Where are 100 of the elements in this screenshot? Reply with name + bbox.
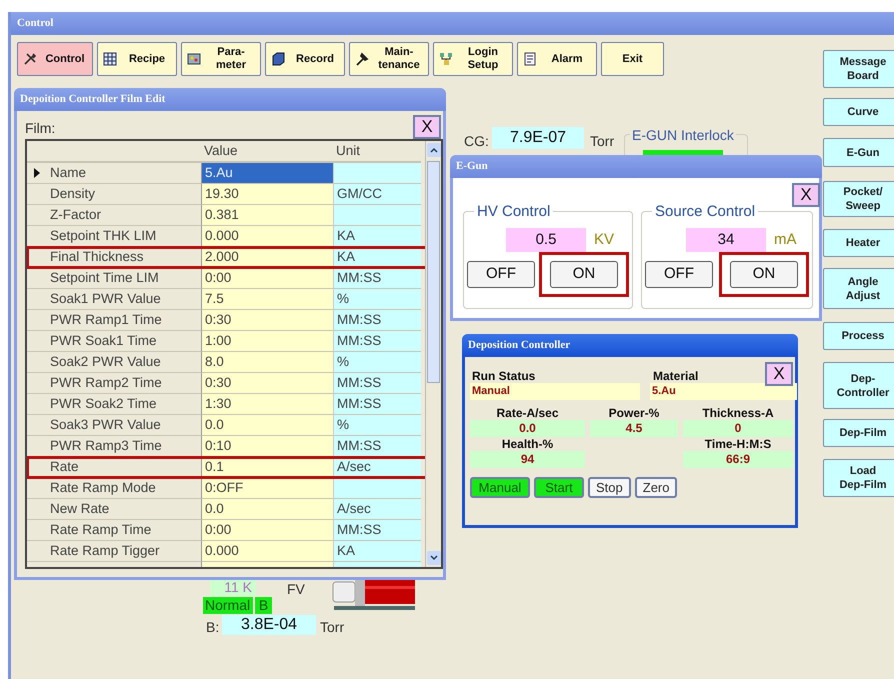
unit-label: Torr: [590, 132, 614, 151]
scrollbar[interactable]: [425, 141, 441, 567]
value-cell[interactable]: 0.000: [201, 226, 333, 247]
value-cell[interactable]: 0:30: [201, 373, 333, 394]
unit-label: KV: [594, 230, 616, 250]
field-label: Health-%: [500, 437, 554, 451]
unit-label: Torr: [320, 618, 344, 637]
value-cell[interactable]: 1:30: [201, 394, 333, 415]
reading-value: 4.5: [590, 420, 678, 437]
value-cell[interactable]: 0.381: [201, 205, 333, 226]
window-title: Control: [11, 12, 894, 35]
side-button[interactable]: Load Dep-Film: [823, 459, 894, 497]
field-label: Material: [652, 369, 698, 383]
side-button[interactable]: E-Gun: [823, 138, 894, 167]
side-button[interactable]: Heater: [823, 229, 894, 257]
scroll-up-icon[interactable]: [427, 143, 441, 157]
toolbar-button[interactable]: Para- meter: [181, 42, 261, 76]
side-button[interactable]: Angle Adjust: [823, 268, 894, 309]
field-value: 5.Au: [650, 383, 797, 400]
unit-cell: KA: [333, 247, 421, 268]
value-cell[interactable]: 2.000: [201, 247, 333, 268]
unit-cell: %: [333, 289, 421, 310]
unit-cell: %: [333, 352, 421, 373]
unit-cell: MM:SS: [333, 520, 421, 541]
value-cell[interactable]: 8.0: [201, 352, 333, 373]
unit-cell: GM/CC: [333, 184, 421, 205]
gauge-label: CG:: [464, 132, 489, 151]
toolbar-button[interactable]: Main- tenance: [349, 42, 429, 76]
reading-value: 0.0: [470, 420, 585, 437]
toolbar-button[interactable]: Recipe: [97, 42, 177, 76]
dialog-title: Depoition Controller Film Edit: [14, 88, 446, 111]
field-label: Thickness-A: [701, 406, 775, 420]
unit-cell: A/sec: [333, 457, 421, 478]
unit-cell: MM:SS: [333, 310, 421, 331]
status-tag: B: [255, 597, 272, 614]
side-button[interactable]: Pocket/ Sweep: [823, 181, 894, 217]
scroll-down-icon[interactable]: [427, 551, 441, 565]
value-cell[interactable]: 0:30: [201, 310, 333, 331]
document-icon: [523, 52, 537, 66]
unit-cell: KA: [333, 226, 421, 247]
field-label: Run Status: [471, 369, 536, 383]
mode-button[interactable]: Stop: [588, 477, 631, 498]
field-label: Power-%: [608, 406, 660, 420]
value-cell[interactable]: 0:00: [201, 268, 333, 289]
power-button[interactable]: ON: [550, 261, 618, 288]
unit-cell: MM:SS: [333, 268, 421, 289]
pressure-value: 3.8E-04: [222, 615, 316, 635]
value-cell[interactable]: 0:10: [201, 436, 333, 457]
toolbar-button[interactable]: Record: [265, 42, 345, 76]
value-cell[interactable]: 7.5: [201, 289, 333, 310]
reading-value: 0: [683, 420, 793, 437]
toolbar-button[interactable]: Control: [17, 42, 93, 76]
value-cell[interactable]: 0.1: [201, 457, 333, 478]
power-button[interactable]: OFF: [467, 261, 535, 288]
side-button[interactable]: Process: [823, 322, 894, 350]
field-label: Film:: [25, 119, 56, 138]
value-cell[interactable]: 1:00: [201, 331, 333, 352]
mode-button[interactable]: Manual: [470, 477, 530, 498]
unit-cell: KA: [333, 541, 421, 562]
close-button[interactable]: X: [792, 183, 820, 207]
value-field: 0.5: [506, 228, 586, 252]
field-label: Rate-A/sec: [495, 406, 560, 420]
reading-value: 94: [470, 451, 585, 468]
toolbar-button[interactable]: Login Setup: [433, 42, 513, 76]
value-field: 34: [686, 228, 766, 252]
power-button[interactable]: OFF: [645, 261, 713, 288]
side-button[interactable]: Dep-Film: [823, 419, 894, 447]
toolbar-button[interactable]: Alarm: [517, 42, 597, 76]
mode-button[interactable]: Zero: [634, 477, 678, 498]
table-icon: [103, 52, 117, 66]
value-cell[interactable]: 5.Au: [201, 163, 333, 184]
close-button[interactable]: X: [413, 115, 441, 139]
side-button[interactable]: Dep- Controller: [823, 362, 894, 409]
power-button[interactable]: ON: [730, 261, 798, 288]
network-icon: [439, 52, 453, 66]
reading-value: 66:9: [683, 451, 793, 468]
row-pointer-icon: [34, 168, 40, 178]
value-cell[interactable]: 0.000: [201, 541, 333, 562]
side-button[interactable]: Message Board: [823, 50, 894, 88]
hammer-icon: [355, 52, 369, 66]
value-cell[interactable]: 0:OFF: [201, 478, 333, 499]
unit-cell: %: [333, 415, 421, 436]
side-button[interactable]: Curve: [823, 98, 894, 126]
toolbar-button[interactable]: Exit: [601, 42, 664, 76]
status-indicator: Normal: [203, 597, 253, 614]
value-cell[interactable]: 0.0: [201, 499, 333, 520]
dialog-title: E-Gun: [450, 155, 822, 178]
gauge-label: B:: [206, 618, 220, 637]
unit-cell: MM:SS: [333, 436, 421, 457]
gauge-label: FV: [287, 582, 305, 596]
tools-icon: [23, 52, 37, 66]
value-cell[interactable]: 0:00: [201, 520, 333, 541]
value-cell[interactable]: 19.30: [201, 184, 333, 205]
field-label: Time-H:M:S: [704, 437, 772, 451]
unit-cell: MM:SS: [333, 394, 421, 415]
unit-cell: A/sec: [333, 499, 421, 520]
unit-label: mA: [774, 230, 798, 250]
mode-button[interactable]: Start: [534, 477, 584, 498]
value-cell[interactable]: 0.0: [201, 415, 333, 436]
close-button[interactable]: X: [765, 362, 793, 386]
